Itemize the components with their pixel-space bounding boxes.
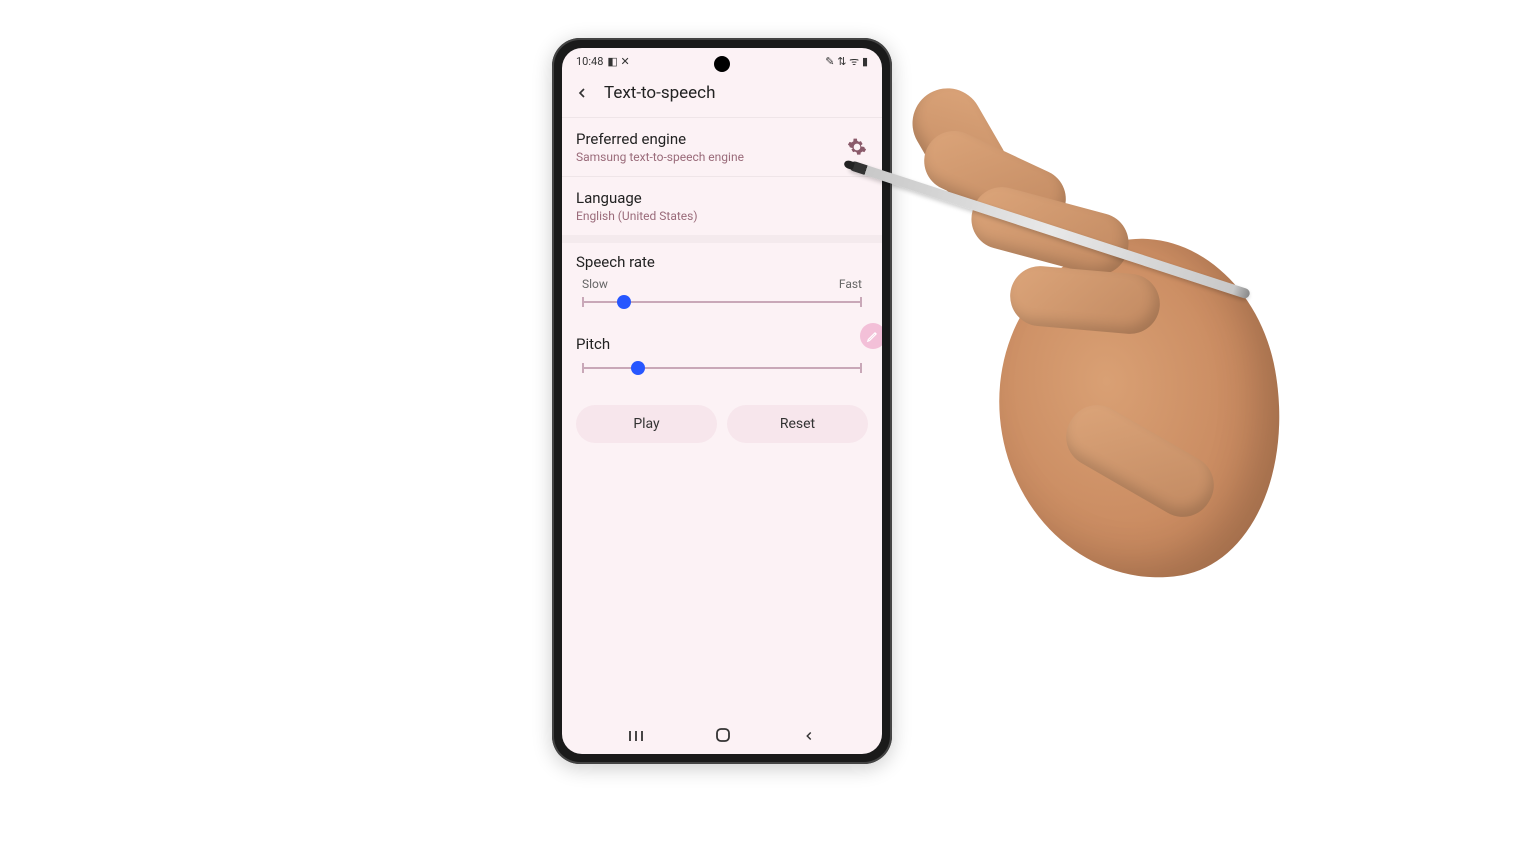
engine-sub: Samsung text-to-speech engine xyxy=(576,150,846,164)
phone-screen: 10:48 ◧ ✕ ✎ ⇅ ᯤ ▮ Text-to-speech Preferr… xyxy=(562,48,882,754)
language-title: Language xyxy=(576,189,868,207)
stylus xyxy=(848,160,1251,299)
status-left-icons: ◧ ✕ xyxy=(607,55,629,68)
back-icon[interactable] xyxy=(574,85,590,101)
speech-rate-fast-label: Fast xyxy=(839,277,862,291)
engine-settings-button[interactable] xyxy=(846,136,868,158)
row-language[interactable]: Language English (United States) xyxy=(562,177,882,235)
row-preferred-engine[interactable]: Preferred engine Samsung text-to-speech … xyxy=(562,118,882,176)
status-right-icons: ✎ ⇅ ᯤ ▮ xyxy=(825,54,868,69)
pitch-thumb[interactable] xyxy=(631,361,645,375)
front-camera xyxy=(714,56,730,72)
gear-icon xyxy=(847,137,867,157)
action-buttons: Play Reset xyxy=(562,385,882,463)
speech-rate-section: Speech rate Slow Fast xyxy=(562,243,882,319)
engine-title: Preferred engine xyxy=(576,130,846,148)
reset-button[interactable]: Reset xyxy=(727,405,868,443)
speech-rate-title: Speech rate xyxy=(576,253,868,271)
status-time: 10:48 xyxy=(576,55,603,68)
speech-rate-slow-label: Slow xyxy=(582,277,608,291)
pitch-slider[interactable] xyxy=(582,359,862,377)
speech-rate-slider[interactable] xyxy=(582,293,862,311)
pitch-section: Pitch xyxy=(562,319,882,385)
hand-illustration xyxy=(860,90,1340,690)
speech-rate-thumb[interactable] xyxy=(617,295,631,309)
pitch-title: Pitch xyxy=(576,335,868,353)
page-header: Text-to-speech xyxy=(562,73,882,117)
recents-icon[interactable] xyxy=(628,728,644,747)
language-sub: English (United States) xyxy=(576,209,868,223)
phone-frame: 10:48 ◧ ✕ ✎ ⇅ ᯤ ▮ Text-to-speech Preferr… xyxy=(552,38,892,764)
edit-fab[interactable] xyxy=(860,323,882,349)
nav-back-icon[interactable] xyxy=(802,728,816,747)
page-title: Text-to-speech xyxy=(604,83,715,103)
navigation-bar xyxy=(562,720,882,754)
home-icon[interactable] xyxy=(715,727,731,747)
play-button[interactable]: Play xyxy=(576,405,717,443)
section-divider xyxy=(562,235,882,243)
pencil-icon xyxy=(866,329,880,343)
